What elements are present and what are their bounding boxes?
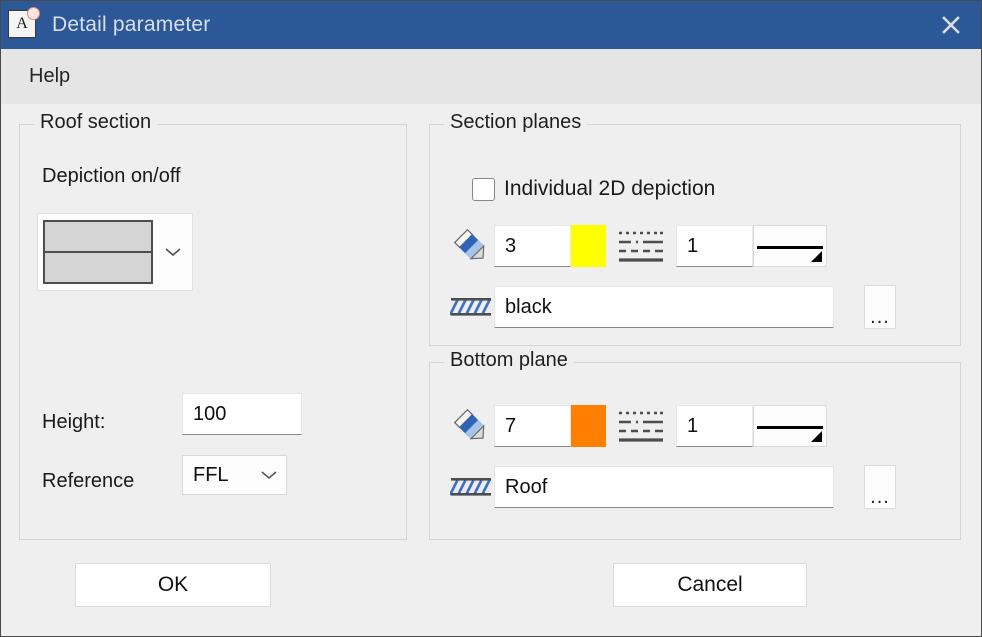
- line-type-icon: [606, 229, 676, 263]
- individual-2d-depiction-label: Individual 2D depiction: [504, 177, 716, 200]
- menu-item-help[interactable]: Help: [19, 61, 80, 92]
- bottom-plane-hatch-input[interactable]: Roof: [494, 466, 834, 508]
- dropdown-triangle-icon: [811, 251, 822, 262]
- bottom-plane-lineweight-preview[interactable]: [753, 405, 827, 447]
- section-planes-hatch-row: black ...: [448, 285, 896, 329]
- height-label: Height:: [42, 411, 106, 433]
- bottom-plane-pen-row: 7 1: [448, 405, 827, 447]
- hatch-pattern-icon: [448, 474, 494, 500]
- window-title: Detail parameter: [52, 13, 211, 36]
- line-type-icon: [606, 409, 676, 443]
- chevron-down-icon: [261, 471, 277, 480]
- document-a-icon: A: [8, 7, 40, 40]
- bottom-plane-group: Bottom plane 7 1 Roof ...: [429, 349, 961, 540]
- depiction-label: Depiction on/off: [42, 165, 181, 187]
- individual-2d-depiction-row[interactable]: Individual 2D depiction: [472, 177, 715, 201]
- reference-select-value: FFL: [193, 463, 229, 486]
- section-planes-group: Section planes Individual 2D depiction 3…: [429, 111, 961, 346]
- section-planes-hatch-input[interactable]: black: [494, 286, 834, 328]
- section-planes-group-title: Section planes: [444, 111, 588, 134]
- roof-section-group-title: Roof section: [34, 111, 158, 134]
- section-planes-pen-row: 3 1: [448, 225, 827, 267]
- pencil-icon: [448, 226, 494, 266]
- detail-parameter-dialog: A Detail parameter Help Roof section Dep…: [0, 0, 982, 637]
- section-planes-pen-input[interactable]: 3: [494, 225, 571, 267]
- title-bar: A Detail parameter: [1, 1, 981, 49]
- ok-button[interactable]: OK: [75, 563, 271, 607]
- section-planes-lineweight-preview[interactable]: [753, 225, 827, 267]
- dropdown-triangle-icon: [811, 431, 822, 442]
- depiction-combo[interactable]: [37, 213, 193, 291]
- pencil-icon: [448, 406, 494, 446]
- section-planes-linetype-input[interactable]: 1: [676, 225, 753, 267]
- chevron-down-icon: [164, 248, 181, 257]
- dialog-content: Roof section Depiction on/off Height: 10…: [1, 104, 981, 636]
- individual-2d-depiction-checkbox[interactable]: [472, 177, 495, 201]
- bottom-plane-group-title: Bottom plane: [444, 349, 574, 372]
- bottom-plane-linetype-input[interactable]: 1: [676, 405, 753, 447]
- line-weight-preview-icon: [757, 426, 823, 429]
- hatch-pattern-icon: [448, 294, 494, 320]
- roof-section-group: Roof section Depiction on/off Height: 10…: [19, 111, 407, 540]
- two-layer-section-preview-icon: [43, 220, 153, 284]
- section-planes-browse-button[interactable]: ...: [864, 285, 896, 329]
- reference-select[interactable]: FFL: [182, 455, 287, 495]
- cancel-button[interactable]: Cancel: [613, 563, 807, 607]
- close-button[interactable]: [921, 1, 981, 49]
- depiction-chevron: [153, 245, 192, 259]
- bottom-plane-browse-button[interactable]: ...: [864, 465, 896, 509]
- bottom-plane-pen-input[interactable]: 7: [494, 405, 571, 447]
- line-weight-preview-icon: [757, 246, 823, 249]
- section-planes-color-swatch[interactable]: [571, 225, 606, 267]
- bottom-plane-hatch-row: Roof ...: [448, 465, 896, 509]
- reference-label: Reference: [42, 470, 135, 492]
- close-icon: [942, 16, 960, 34]
- menu-bar: Help: [1, 49, 981, 104]
- bottom-plane-color-swatch[interactable]: [571, 405, 606, 447]
- height-input[interactable]: 100: [182, 393, 302, 435]
